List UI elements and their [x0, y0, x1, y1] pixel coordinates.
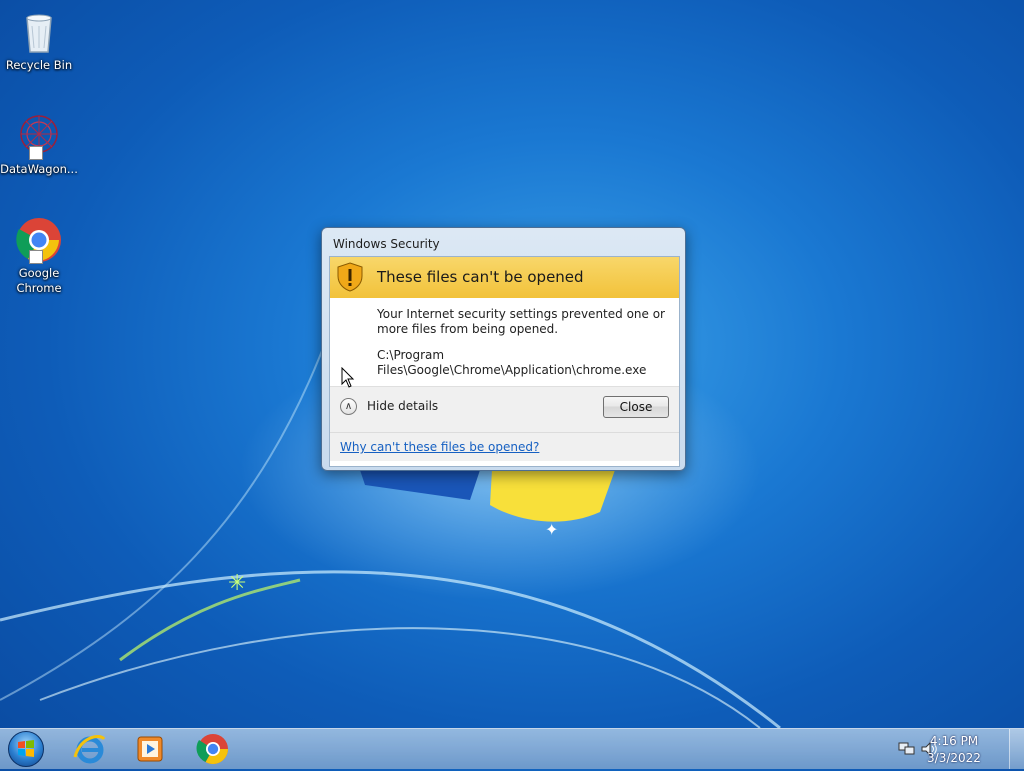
- taskbar-chrome[interactable]: [193, 731, 233, 767]
- shortcut-arrow-icon: [29, 250, 43, 264]
- divider: [330, 432, 679, 433]
- windows-security-dialog: Windows Security These files can't be op…: [321, 227, 686, 471]
- datawagon-icon: [15, 112, 63, 160]
- shield-warning-icon: [337, 262, 363, 292]
- desktop-icon-label: Google Chrome: [16, 266, 62, 295]
- dialog-message: Your Internet security settings prevente…: [377, 307, 665, 336]
- chrome-icon: [15, 216, 63, 264]
- windows-logo-icon: [18, 740, 34, 757]
- details-footer: ∧ Hide details Close Why can't these fil…: [330, 386, 679, 461]
- file-path: C:\Program Files\Google\Chrome\Applicati…: [377, 348, 647, 377]
- system-tray: 4:16 PM 3/3/2022: [884, 729, 1024, 769]
- show-desktop-button[interactable]: [1009, 729, 1024, 769]
- help-link[interactable]: Why can't these files be opened?: [340, 440, 539, 454]
- taskbar-media-player[interactable]: [130, 731, 170, 767]
- taskbar: 4:16 PM 3/3/2022: [0, 728, 1024, 769]
- internet-explorer-icon: [73, 734, 106, 764]
- desktop-icon-datawagon[interactable]: DataWagon...: [0, 112, 78, 177]
- warning-banner: These files can't be opened: [330, 257, 679, 298]
- svg-text:✦: ✦: [545, 520, 558, 539]
- desktop-icon-label: DataWagon...: [0, 162, 78, 176]
- clock-date[interactable]: 3/3/2022: [914, 751, 994, 765]
- svg-text:✳: ✳: [228, 571, 246, 596]
- media-player-icon: [137, 736, 163, 762]
- desktop-icon-google-chrome[interactable]: Google Chrome: [0, 216, 78, 296]
- dialog-title: Windows Security: [333, 237, 440, 251]
- dialog-heading: These files can't be opened: [377, 268, 584, 286]
- desktop-icon-recycle-bin[interactable]: Recycle Bin: [0, 8, 78, 73]
- taskbar-internet-explorer[interactable]: [70, 731, 110, 767]
- recycle-bin-icon: [15, 8, 63, 56]
- mouse-cursor-icon: [341, 367, 355, 388]
- close-button[interactable]: Close: [603, 396, 669, 418]
- chevron-up-icon[interactable]: ∧: [340, 398, 357, 415]
- start-button[interactable]: [8, 731, 44, 767]
- clock-time[interactable]: 4:16 PM: [914, 734, 994, 748]
- chrome-icon: [196, 734, 228, 765]
- desktop-icon-label: Recycle Bin: [5, 58, 73, 72]
- hide-details-toggle[interactable]: Hide details: [367, 399, 438, 413]
- dialog-content: These files can't be opened Your Interne…: [329, 256, 680, 467]
- shortcut-arrow-icon: [29, 146, 43, 160]
